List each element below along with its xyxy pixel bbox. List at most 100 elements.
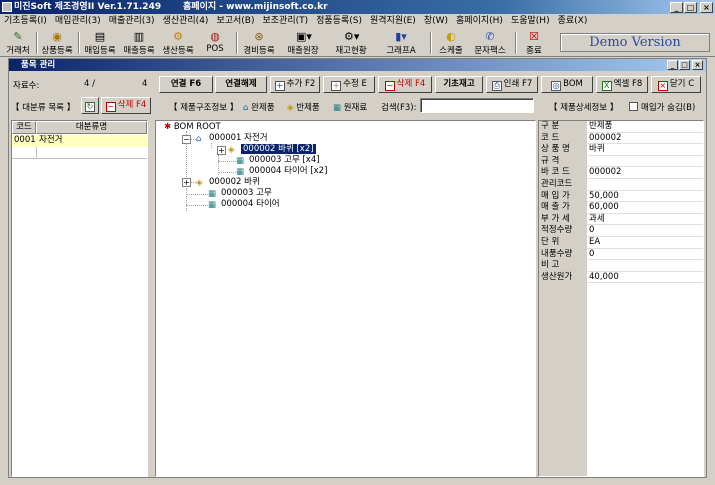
detail-label: 규 격: [541, 155, 560, 166]
detail-value[interactable]: 60,000: [587, 202, 703, 214]
child-maximize-button[interactable]: □: [679, 60, 690, 70]
legend-semi: ◈ 반제품: [287, 103, 320, 113]
legend-finished: ⌂ 완제품: [243, 103, 275, 113]
toolbar-customer-button[interactable]: ✎ 거래처: [2, 29, 34, 57]
detail-row: 코 드 000002: [539, 132, 703, 145]
toolbar-sales-button[interactable]: ▥ 매출등록: [120, 29, 158, 57]
detail-value[interactable]: EA: [587, 237, 703, 249]
bom-button[interactable]: ◎ BOM: [541, 76, 593, 93]
detail-value[interactable]: [587, 179, 703, 191]
toolbar-sms-fax-button[interactable]: ✆ 문자팩스: [470, 29, 510, 57]
detail-value[interactable]: 0: [587, 225, 703, 237]
detail-row: 비 고: [539, 260, 703, 272]
stock-icon: ⚙▾: [344, 30, 360, 43]
detail-value[interactable]: 과세: [587, 213, 703, 226]
customer-icon: ✎: [13, 30, 23, 43]
detail-value[interactable]: 바퀴: [587, 144, 703, 156]
toolbar-ledger-button[interactable]: ▣▾ 매출원장: [282, 29, 324, 57]
detail-value[interactable]: 000002: [587, 167, 703, 179]
menu-aux[interactable]: 보조관리(T): [258, 14, 312, 29]
detail-label: 바 코 드: [541, 167, 570, 178]
toolbar-graph-button[interactable]: ▮▾ 그래프A: [380, 29, 422, 57]
menu-report[interactable]: 보고서(B): [212, 14, 258, 29]
connect-button[interactable]: 연결 F6: [159, 76, 213, 93]
excel-button[interactable]: X 엑셀 F8: [596, 76, 648, 93]
expand-icon[interactable]: +: [217, 146, 226, 155]
detail-value[interactable]: 반제품: [587, 121, 703, 133]
table-row[interactable]: 0001 자전거: [12, 135, 147, 147]
toolbar-stock-button[interactable]: ⚙▾ 재고현황: [330, 29, 372, 57]
detail-label: 구 분: [541, 121, 560, 131]
product-icon: ◉: [52, 30, 62, 43]
menu-remote[interactable]: 원격지원(E): [366, 14, 420, 29]
child-close-button[interactable]: ×: [692, 60, 703, 70]
detail-row: 매 출 가 60,000: [539, 202, 703, 214]
close-window-button[interactable]: × 닫기 C: [651, 76, 701, 93]
expand-icon[interactable]: +: [182, 178, 191, 187]
tree-node-bicycle[interactable]: ⌂ 000001 자전거: [196, 133, 268, 144]
detail-value[interactable]: 50,000: [587, 190, 703, 203]
row-name: 자전거: [39, 135, 63, 145]
disconnect-button[interactable]: 연결해제: [215, 76, 267, 93]
checkbox-box[interactable]: [629, 102, 638, 111]
col-name-header: 대분류명: [36, 121, 147, 134]
detail-value[interactable]: 40,000: [587, 271, 703, 284]
child-minimize-button[interactable]: _: [667, 60, 678, 70]
detail-row: 매 입 가 50,000: [539, 190, 703, 203]
detail-label: 내품수량: [541, 248, 573, 259]
toolbar-product-button[interactable]: ◉ 상품등록: [39, 29, 75, 57]
category-delete-button[interactable]: − 삭제 F4: [101, 97, 151, 114]
detail-row: 규 격: [539, 155, 703, 168]
menu-purchase[interactable]: 매입관리(3): [51, 14, 105, 29]
menu-sales[interactable]: 매출관리(3): [105, 14, 159, 29]
edit-button[interactable]: + 수정 E: [323, 76, 375, 93]
delete-button[interactable]: − 삭제 F4: [378, 76, 432, 93]
base-stock-button[interactable]: 기초재고: [435, 76, 483, 93]
search-input[interactable]: [420, 98, 534, 113]
minimize-button[interactable]: _: [670, 2, 683, 13]
toolbar-expense-button[interactable]: ⊛ 경비등록: [240, 29, 278, 57]
toolbar-production-button[interactable]: ⚙ 생산등록: [159, 29, 197, 57]
detail-row: 바 코 드 000002: [539, 167, 703, 179]
tree-node-tire[interactable]: ▦ 000004 타이어 [x2]: [236, 166, 327, 177]
tree-node-tire-root[interactable]: ▦ 000004 타이어: [208, 199, 280, 210]
tree-node-root[interactable]: ✱ BOM ROOT: [164, 122, 221, 133]
detail-value[interactable]: 0: [587, 248, 703, 261]
close-button[interactable]: ×: [700, 2, 713, 13]
detail-label: 부 가 세: [541, 213, 570, 224]
detail-label: 코 드: [541, 132, 560, 143]
toolbar-purchase-button[interactable]: ▤ 매입등록: [81, 29, 119, 57]
tree-node-rubber-root[interactable]: ▦ 000003 고무: [208, 188, 272, 199]
app-title-bar: 미진Soft 제조경영II Ver.1.71.249 홈페이지 - www.mi…: [0, 0, 715, 14]
add-button[interactable]: + 추가 F2: [270, 76, 320, 93]
print-button[interactable]: ⎙ 인쇄 F7: [486, 76, 538, 93]
tree-node-wheel[interactable]: ◈ 000002 바퀴: [196, 177, 260, 188]
maximize-button[interactable]: □: [684, 2, 697, 13]
toolbar-exit-button[interactable]: ☒ 종료: [519, 29, 549, 57]
edit-plus-icon: +: [331, 81, 342, 91]
finished-product-icon: ⌂: [196, 134, 202, 144]
detail-value[interactable]: [587, 260, 703, 272]
tree-node-rubber[interactable]: ▦ 000003 고무 [x4]: [236, 155, 320, 166]
menu-homepage[interactable]: 홈페이지(H): [452, 14, 507, 29]
demo-version-badge: Demo Version: [560, 33, 710, 52]
menu-window[interactable]: 창(W): [420, 14, 452, 29]
menu-help[interactable]: 도움말(H): [507, 14, 554, 29]
hide-purchase-checkbox[interactable]: 매입가 숨김(B): [629, 101, 695, 113]
menu-exit[interactable]: 종료(X): [554, 14, 592, 29]
detail-label: 매 입 가: [541, 190, 570, 201]
detail-value[interactable]: 000002: [587, 132, 703, 145]
raw-material-icon: ▦: [333, 103, 342, 113]
menu-bar: 기초등록(I) 매입관리(3) 매출관리(3) 생산관리(4) 보고서(B) 보조관리(T…: [0, 14, 715, 29]
detail-value[interactable]: [587, 155, 703, 168]
toolbar-schedule-button[interactable]: ◐ 스케줄: [434, 29, 468, 57]
menu-license[interactable]: 정품등록(S): [312, 14, 366, 29]
refresh-button[interactable]: ↻: [81, 97, 99, 114]
detail-panel: 구 분 반제품 코 드 000002 상 품 명 바퀴 규 격바 코 드 000002 관리코드…: [538, 120, 704, 477]
collapse-icon[interactable]: −: [182, 135, 191, 144]
tree-node-wheel-selected[interactable]: ◈ 000002 바퀴 [x2]: [228, 144, 316, 155]
detail-row: 생산원가 40,000: [539, 271, 703, 284]
toolbar-pos-button[interactable]: ◍ POS: [200, 29, 230, 56]
menu-basic-register[interactable]: 기초등록(I): [0, 14, 51, 29]
menu-production[interactable]: 생산관리(4): [159, 14, 213, 29]
